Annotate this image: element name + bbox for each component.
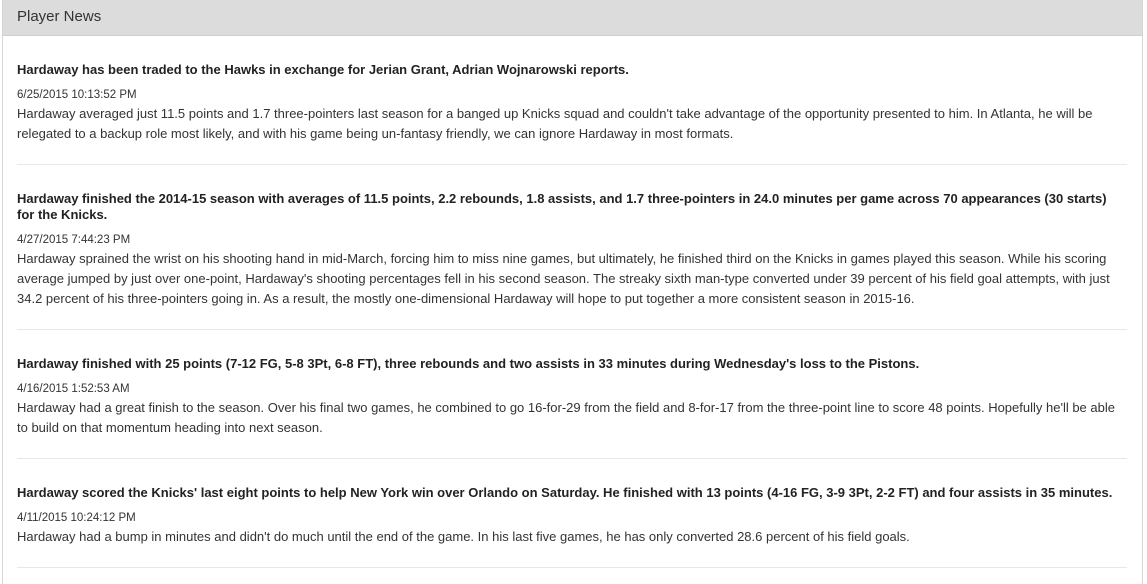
news-headline: Hardaway finished with 25 points (7-12 F… bbox=[17, 356, 920, 371]
news-body: Hardaway had a bump in minutes and didn'… bbox=[17, 529, 910, 544]
news-body: Hardaway had a great finish to the seaso… bbox=[17, 400, 1115, 435]
news-body: Hardaway averaged just 11.5 points and 1… bbox=[17, 106, 1093, 141]
news-headline: Hardaway finished the 2014-15 season wit… bbox=[17, 191, 1107, 222]
news-timestamp: 4/27/2015 7:44:23 PM bbox=[17, 234, 131, 246]
news-item: Hardaway scored the Knicks' last eight p… bbox=[17, 459, 1127, 568]
panel-title: Player News bbox=[17, 8, 102, 25]
news-list: Hardaway has been traded to the Hawks in… bbox=[3, 36, 1142, 568]
news-headline: Hardaway has been traded to the Hawks in… bbox=[17, 62, 629, 77]
news-item: Hardaway finished the 2014-15 season wit… bbox=[17, 165, 1127, 330]
news-body: Hardaway sprained the wrist on his shoot… bbox=[17, 251, 1110, 306]
news-timestamp: 6/25/2015 10:13:52 PM bbox=[17, 89, 137, 101]
news-timestamp: 4/11/2015 10:24:12 PM bbox=[17, 512, 136, 524]
player-news-panel: Player News Hardaway has been traded to … bbox=[2, 0, 1143, 584]
news-item: Hardaway has been traded to the Hawks in… bbox=[17, 36, 1127, 165]
panel-header: Player News bbox=[3, 0, 1142, 36]
news-headline: Hardaway scored the Knicks' last eight p… bbox=[17, 485, 1113, 500]
news-timestamp: 4/16/2015 1:52:53 AM bbox=[17, 383, 130, 395]
news-item: Hardaway finished with 25 points (7-12 F… bbox=[17, 330, 1127, 459]
